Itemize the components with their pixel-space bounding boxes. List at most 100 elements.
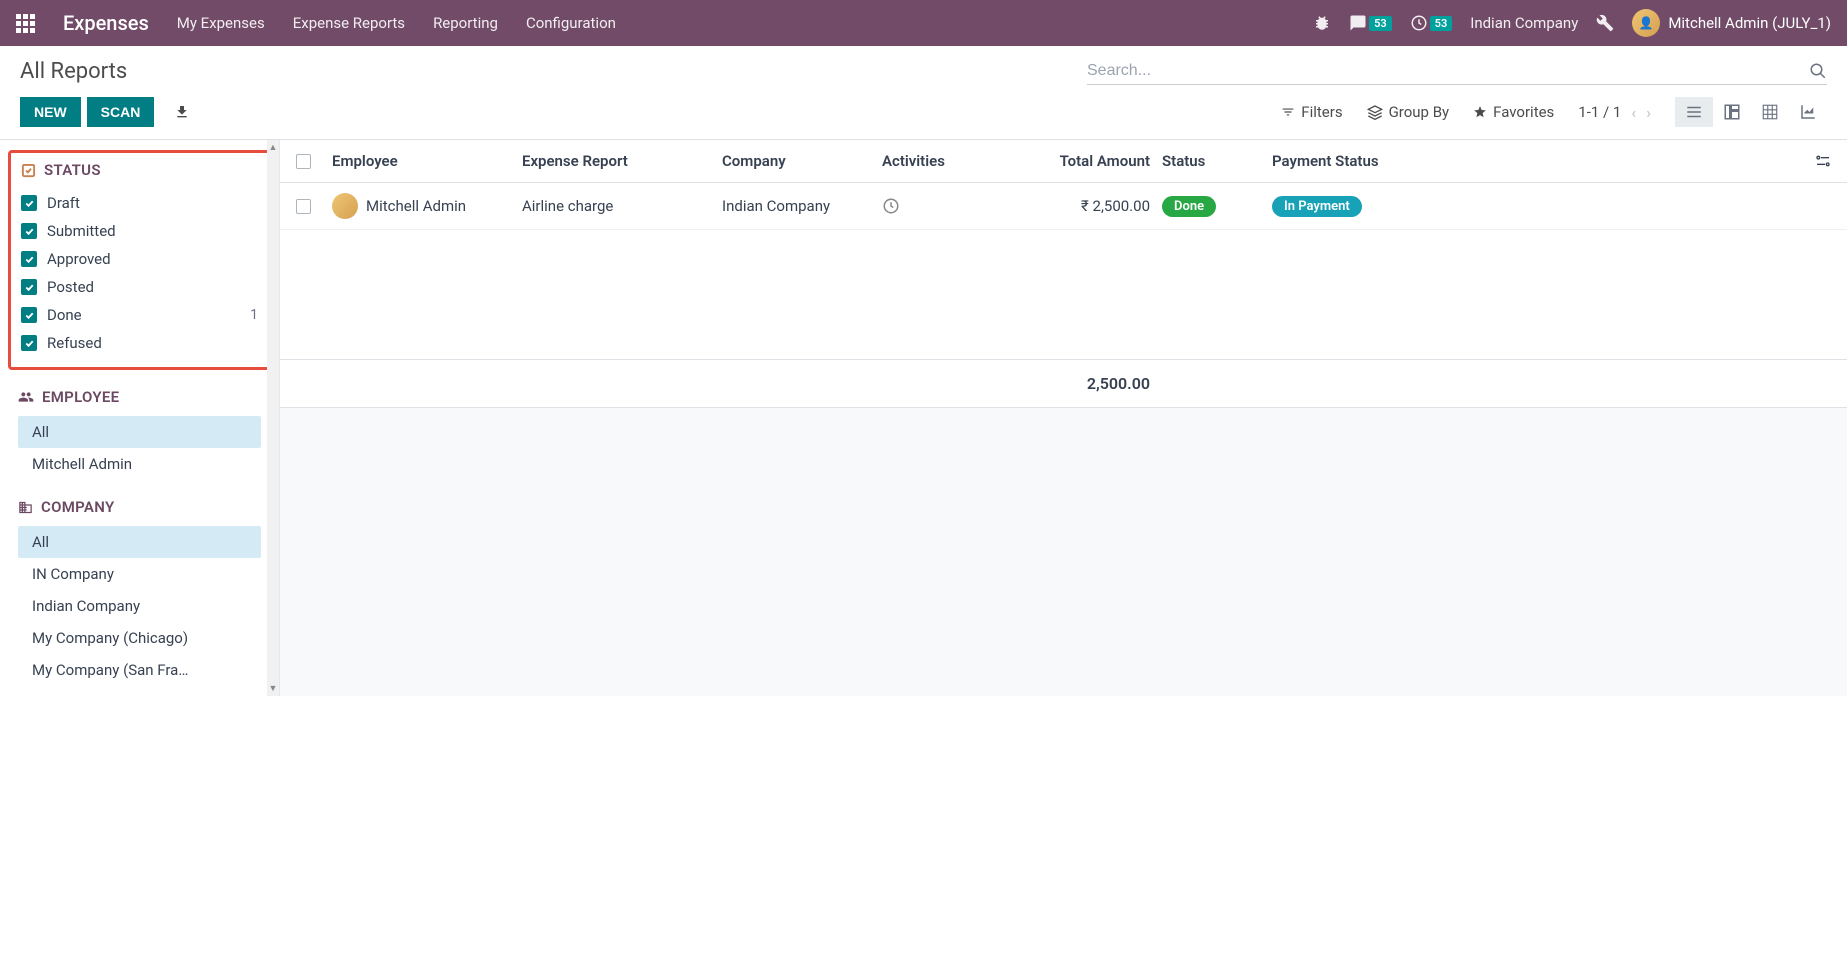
header-activities[interactable]: Activities	[882, 152, 1012, 170]
status-label: Submitted	[47, 222, 116, 240]
cell-payment: In Payment	[1272, 196, 1422, 217]
header-status[interactable]: Status	[1162, 152, 1272, 170]
nav-reporting[interactable]: Reporting	[433, 14, 498, 32]
cell-report: Airline charge	[522, 197, 722, 215]
status-label: Approved	[47, 250, 111, 268]
footer-total: 2,500.00	[1012, 374, 1162, 393]
content-area: Employee Expense Report Company Activiti…	[280, 140, 1847, 696]
status-draft[interactable]: Draft	[21, 189, 258, 217]
cp-top: All Reports	[20, 58, 1827, 85]
view-list-icon[interactable]	[1675, 97, 1713, 127]
checkbox-checked-icon	[21, 223, 37, 239]
view-pivot-icon[interactable]	[1751, 97, 1789, 127]
header-employee[interactable]: Employee	[332, 152, 522, 170]
pager-next-icon[interactable]: ›	[1646, 103, 1651, 122]
status-title: STATUS	[44, 161, 101, 179]
employee-all[interactable]: All	[18, 416, 261, 448]
company-header[interactable]: COMPANY	[8, 498, 271, 516]
status-refused[interactable]: Refused	[21, 329, 258, 357]
status-approved[interactable]: Approved	[21, 245, 258, 273]
apps-icon[interactable]	[16, 14, 35, 33]
status-posted[interactable]: Posted	[21, 273, 258, 301]
company-in[interactable]: IN Company	[18, 558, 261, 590]
cell-activities-icon[interactable]	[882, 197, 1012, 215]
filters-label: Filters	[1301, 103, 1342, 121]
content-blank	[280, 408, 1847, 696]
app-title[interactable]: Expenses	[63, 11, 149, 35]
table-header: Employee Expense Report Company Activiti…	[280, 140, 1847, 183]
main-area: STATUS Draft Submitted Approved Posted D…	[0, 139, 1847, 696]
user-menu[interactable]: 👤 Mitchell Admin (JULY_1)	[1632, 9, 1831, 37]
checkbox-checked-icon	[21, 195, 37, 211]
company-title: COMPANY	[41, 498, 114, 516]
control-panel: All Reports NEW SCAN Filters Group By	[0, 46, 1847, 139]
header-settings-icon[interactable]	[1815, 153, 1831, 169]
nav-my-expenses[interactable]: My Expenses	[177, 14, 265, 32]
search-bar[interactable]	[1087, 58, 1827, 85]
top-navbar: Expenses My Expenses Expense Reports Rep…	[0, 0, 1847, 46]
checkbox-checked-icon	[21, 251, 37, 267]
view-graph-icon[interactable]	[1789, 97, 1827, 127]
header-payment[interactable]: Payment Status	[1272, 152, 1422, 170]
employee-header[interactable]: EMPLOYEE	[8, 388, 271, 406]
company-list: All IN Company Indian Company My Company…	[8, 526, 271, 686]
status-badge: Done	[1162, 196, 1216, 217]
company-sanfra[interactable]: My Company (San Fra…	[18, 654, 261, 686]
header-amount[interactable]: Total Amount	[1012, 152, 1162, 170]
nav-expense-reports[interactable]: Expense Reports	[293, 14, 405, 32]
employee-mitchell[interactable]: Mitchell Admin	[18, 448, 261, 480]
checkbox-checked-icon	[21, 335, 37, 351]
download-icon[interactable]	[174, 104, 190, 120]
company-chicago[interactable]: My Company (Chicago)	[18, 622, 261, 654]
view-kanban-icon[interactable]	[1713, 97, 1751, 127]
status-count: 1	[250, 307, 258, 323]
status-done[interactable]: Done 1	[21, 301, 258, 329]
row-avatar-icon	[332, 193, 358, 219]
row-checkbox[interactable]	[296, 199, 332, 214]
debug-icon[interactable]	[1313, 14, 1331, 32]
checkbox-checked-icon	[21, 279, 37, 295]
favorites-label: Favorites	[1493, 103, 1554, 121]
navbar-right: 53 53 Indian Company 👤 Mitchell Admin (J…	[1313, 9, 1831, 37]
scan-button[interactable]: SCAN	[87, 97, 155, 127]
employee-list: All Mitchell Admin	[8, 416, 271, 480]
payment-badge: In Payment	[1272, 196, 1362, 217]
table-row[interactable]: Mitchell Admin Airline charge Indian Com…	[280, 183, 1847, 230]
scroll-up-icon[interactable]: ▲	[267, 140, 280, 155]
header-company[interactable]: Company	[722, 152, 882, 170]
nav-configuration[interactable]: Configuration	[526, 14, 616, 32]
activities-badge: 53	[1430, 16, 1453, 31]
company-all[interactable]: All	[18, 526, 261, 558]
messages-icon[interactable]: 53	[1349, 14, 1392, 32]
status-submitted[interactable]: Submitted	[21, 217, 258, 245]
search-icon[interactable]	[1809, 62, 1827, 80]
company-indian[interactable]: Indian Company	[18, 590, 261, 622]
new-button[interactable]: NEW	[20, 97, 81, 127]
groupby-button[interactable]: Group By	[1367, 103, 1450, 121]
activities-icon[interactable]: 53	[1410, 14, 1453, 32]
messages-badge: 53	[1369, 16, 1392, 31]
status-label: Done	[47, 306, 82, 324]
cell-status: Done	[1162, 196, 1272, 217]
pager: 1-1 / 1 ‹ ›	[1578, 103, 1651, 122]
sidebar-scrollbar[interactable]: ▲ ▼	[267, 140, 279, 696]
filters-button[interactable]: Filters	[1281, 103, 1342, 121]
company-switcher[interactable]: Indian Company	[1470, 14, 1578, 32]
search-input[interactable]	[1087, 62, 1809, 80]
groupby-label: Group By	[1389, 103, 1450, 121]
pager-prev-icon[interactable]: ‹	[1631, 103, 1636, 122]
table-footer: 2,500.00	[280, 360, 1847, 408]
favorites-button[interactable]: Favorites	[1473, 103, 1554, 121]
header-report[interactable]: Expense Report	[522, 152, 722, 170]
status-header[interactable]: STATUS	[21, 161, 258, 179]
avatar: 👤	[1632, 9, 1660, 37]
cp-right: Filters Group By Favorites 1-1 / 1 ‹ ›	[1281, 97, 1827, 127]
scroll-down-icon[interactable]: ▼	[267, 681, 280, 696]
view-switcher	[1675, 97, 1827, 127]
tools-icon[interactable]	[1596, 14, 1614, 32]
header-checkbox[interactable]	[296, 154, 332, 169]
page-title: All Reports	[20, 59, 127, 84]
pager-text[interactable]: 1-1 / 1	[1578, 103, 1621, 121]
table-spacer	[280, 230, 1847, 360]
cell-amount: ₹ 2,500.00	[1012, 197, 1162, 215]
